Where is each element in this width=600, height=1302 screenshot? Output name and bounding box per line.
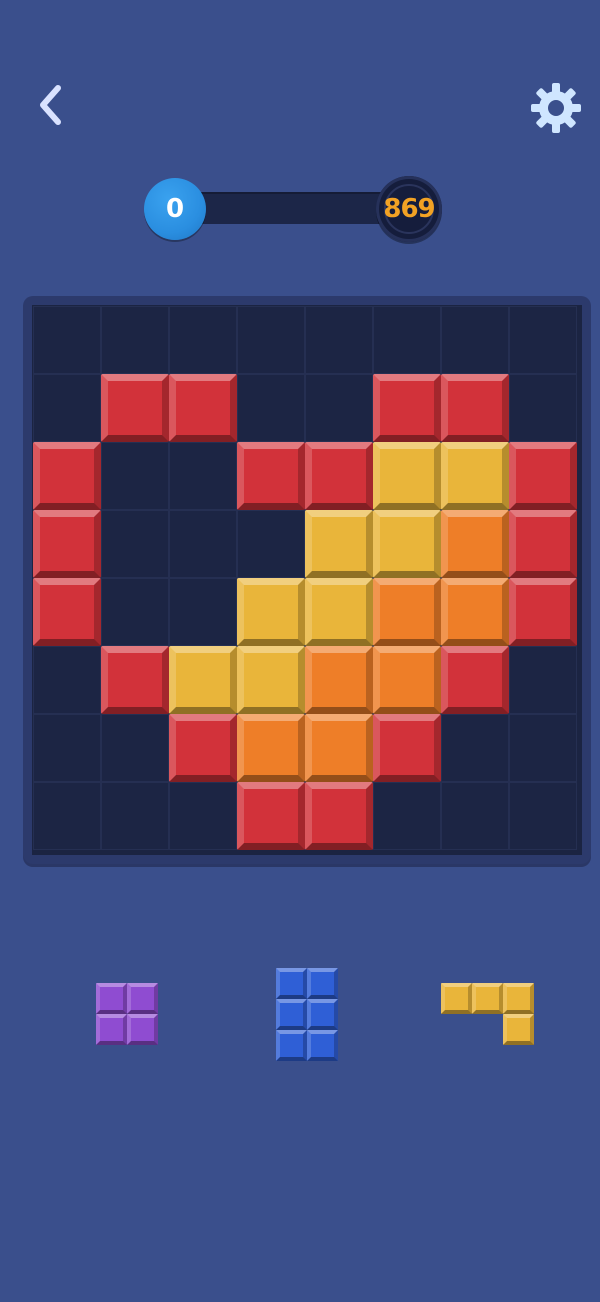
board-block-orange xyxy=(373,578,441,646)
board-cell[interactable] xyxy=(169,306,237,374)
board-cell[interactable] xyxy=(305,374,373,442)
board-cell[interactable] xyxy=(101,782,169,850)
board-block-red xyxy=(237,442,305,510)
board-cell[interactable] xyxy=(373,306,441,374)
board-block-yellow xyxy=(237,646,305,714)
board-block-red xyxy=(169,714,237,782)
board-block-orange xyxy=(441,510,509,578)
board-block-yellow xyxy=(373,442,441,510)
board-block-red xyxy=(33,510,101,578)
board-block-orange xyxy=(441,578,509,646)
gear-icon xyxy=(531,83,581,133)
piece-blue[interactable] xyxy=(276,968,338,1061)
board-cell[interactable] xyxy=(101,578,169,646)
board-cell[interactable] xyxy=(101,306,169,374)
board-block-red xyxy=(169,374,237,442)
piece-block xyxy=(307,968,338,999)
board-cell[interactable] xyxy=(237,510,305,578)
board-block-red xyxy=(441,646,509,714)
board-cell[interactable] xyxy=(33,374,101,442)
current-score: 0 xyxy=(144,178,206,240)
board-cell[interactable] xyxy=(33,714,101,782)
board-block-yellow xyxy=(305,578,373,646)
piece-block xyxy=(276,999,307,1030)
board-cell[interactable] xyxy=(33,782,101,850)
board-block-red xyxy=(509,510,577,578)
back-button[interactable] xyxy=(30,80,80,130)
board-block-yellow xyxy=(237,578,305,646)
board-block-red xyxy=(441,374,509,442)
board-block-yellow xyxy=(305,510,373,578)
board-cell[interactable] xyxy=(441,714,509,782)
board-cell[interactable] xyxy=(441,306,509,374)
game-board[interactable] xyxy=(32,305,582,855)
piece-block xyxy=(472,983,503,1014)
board-cell[interactable] xyxy=(305,306,373,374)
piece-block xyxy=(127,1014,158,1045)
piece-block xyxy=(276,1030,307,1061)
settings-button[interactable] xyxy=(528,80,584,136)
piece-block xyxy=(441,983,472,1014)
board-block-red xyxy=(373,374,441,442)
piece-block xyxy=(307,1030,338,1061)
score-progress: 0 869 xyxy=(144,176,442,242)
board-block-red xyxy=(101,646,169,714)
board-cell[interactable] xyxy=(33,646,101,714)
board-block-red xyxy=(33,578,101,646)
board-cell[interactable] xyxy=(101,442,169,510)
board-cell[interactable] xyxy=(33,306,101,374)
board-block-red xyxy=(509,442,577,510)
board-cell[interactable] xyxy=(101,714,169,782)
target-score-badge: 869 xyxy=(376,176,442,242)
chevron-left-icon xyxy=(40,85,61,125)
board-block-orange xyxy=(305,714,373,782)
board-block-yellow xyxy=(373,510,441,578)
board-block-orange xyxy=(305,646,373,714)
piece-block xyxy=(96,1014,127,1045)
board-cell[interactable] xyxy=(509,714,577,782)
board-block-red xyxy=(373,714,441,782)
board-cell[interactable] xyxy=(101,510,169,578)
board-cell[interactable] xyxy=(509,306,577,374)
piece-yellow[interactable] xyxy=(441,983,534,1045)
piece-block xyxy=(503,983,534,1014)
board-cell[interactable] xyxy=(169,782,237,850)
board-cell[interactable] xyxy=(169,510,237,578)
piece-block xyxy=(96,983,127,1014)
board-block-yellow xyxy=(169,646,237,714)
board-block-red xyxy=(305,442,373,510)
board-block-red xyxy=(237,782,305,850)
board-block-red xyxy=(33,442,101,510)
board-block-red xyxy=(101,374,169,442)
top-bar xyxy=(0,0,600,150)
board-block-red xyxy=(509,578,577,646)
board-cell[interactable] xyxy=(509,646,577,714)
piece-block xyxy=(503,1014,534,1045)
board-cell[interactable] xyxy=(169,442,237,510)
piece-block xyxy=(307,999,338,1030)
progress-track xyxy=(184,192,404,224)
board-block-orange xyxy=(237,714,305,782)
piece-purple[interactable] xyxy=(96,983,158,1045)
board-cell[interactable] xyxy=(169,578,237,646)
board-cell[interactable] xyxy=(509,374,577,442)
board-cell[interactable] xyxy=(509,782,577,850)
piece-block xyxy=(127,983,158,1014)
target-score: 869 xyxy=(383,194,435,224)
board-block-red xyxy=(305,782,373,850)
board-cell[interactable] xyxy=(237,374,305,442)
board-cell[interactable] xyxy=(441,782,509,850)
board-block-yellow xyxy=(441,442,509,510)
board-block-orange xyxy=(373,646,441,714)
board-cell[interactable] xyxy=(373,782,441,850)
board-cell[interactable] xyxy=(237,306,305,374)
piece-block xyxy=(276,968,307,999)
